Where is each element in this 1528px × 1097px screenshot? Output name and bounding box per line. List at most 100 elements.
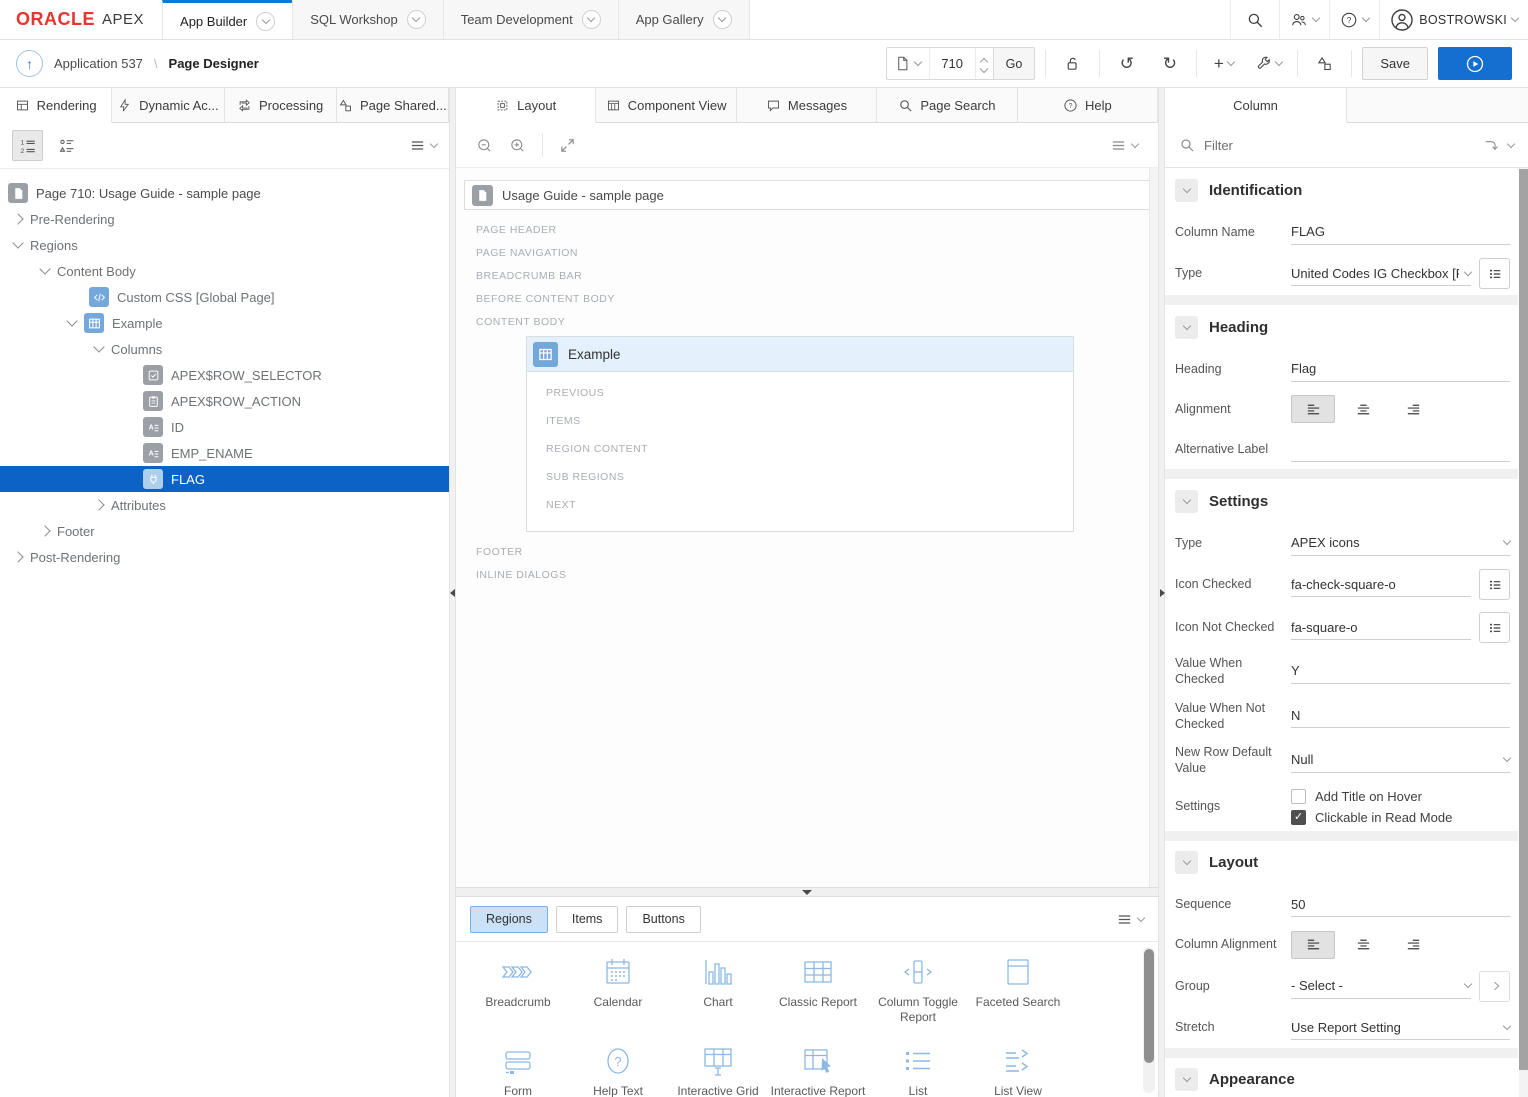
collapse-icon[interactable] (66, 315, 77, 326)
slot-previous[interactable]: PREVIOUS (527, 379, 1073, 407)
property-scrollbar[interactable] (1519, 168, 1528, 1097)
group-select[interactable]: - Select - (1291, 974, 1471, 999)
tree-item-flag-column[interactable]: FLAG (0, 466, 449, 492)
example-region[interactable]: Example PREVIOUS ITEMS REGION CONTENT SU… (526, 336, 1074, 532)
icon-not-checked-input[interactable] (1291, 615, 1471, 640)
gallery-item-classic-report[interactable]: Classic Report (768, 956, 868, 1025)
slot-page-header[interactable]: PAGE HEADER (464, 218, 1150, 241)
gallery-item-faceted-search[interactable]: Faceted Search (968, 956, 1068, 1025)
redo-button[interactable]: ↻ (1153, 47, 1186, 80)
icon-checked-lov-button[interactable] (1479, 569, 1510, 600)
value-when-not-checked-input[interactable] (1291, 703, 1510, 728)
align-center-button[interactable] (1341, 395, 1385, 423)
page-number-input[interactable] (929, 48, 975, 79)
page-picker-button[interactable] (887, 48, 929, 79)
order-by-type-button[interactable] (51, 130, 82, 161)
gallery-scrollbar[interactable] (1143, 947, 1155, 1093)
tree-item-post-rendering[interactable]: Post-Rendering (0, 544, 449, 570)
gallery-item-list[interactable]: List (868, 1045, 968, 1097)
expand-icon[interactable] (559, 137, 576, 154)
heading-input[interactable] (1291, 357, 1510, 382)
tab-page-search[interactable]: Page Search (877, 88, 1017, 122)
chevron-down-icon[interactable] (582, 10, 601, 29)
collapse-left-handle[interactable] (450, 589, 455, 597)
align-left-button[interactable] (1291, 395, 1335, 423)
tree-item-regions[interactable]: Regions (0, 232, 449, 258)
undo-button[interactable]: ↺ (1110, 47, 1143, 80)
tree-item-custom-css[interactable]: Custom CSS [Global Page] (0, 284, 449, 310)
tab-layout[interactable]: Layout (456, 88, 596, 123)
tree-item-footer[interactable]: Footer (0, 518, 449, 544)
tab-help[interactable]: Help (1018, 88, 1158, 122)
checkbox-icon[interactable] (1291, 789, 1306, 804)
left-splitter[interactable] (449, 88, 456, 1097)
expand-icon[interactable] (12, 551, 23, 562)
stretch-select[interactable]: Use Report Setting (1291, 1015, 1510, 1040)
gallery-item-breadcrumb[interactable]: Breadcrumb (468, 956, 568, 1025)
tree-item-row-action[interactable]: APEX$ROW_ACTION (0, 388, 449, 414)
checkbox-add-title-on-hover[interactable]: Add Title on Hover (1291, 789, 1452, 804)
collapse-gallery-handle[interactable] (802, 890, 812, 895)
zoom-out-icon[interactable] (476, 137, 493, 154)
help-menu-button[interactable] (1329, 0, 1379, 39)
chevron-down-icon[interactable] (713, 10, 732, 29)
tree-item-example-region[interactable]: Example (0, 310, 449, 336)
slot-region-content[interactable]: REGION CONTENT (527, 435, 1073, 463)
gallery-item-column-toggle-report[interactable]: Column Toggle Report (868, 956, 968, 1025)
create-menu-button[interactable]: + (1207, 47, 1240, 80)
page-number-stepper[interactable] (975, 48, 993, 79)
column-name-input[interactable] (1291, 220, 1510, 245)
collapse-icon[interactable] (39, 263, 50, 274)
gallery-item-form[interactable]: Form (468, 1045, 568, 1097)
tab-team-development[interactable]: Team Development (443, 0, 618, 39)
align-right-button[interactable] (1391, 395, 1435, 423)
search-button[interactable] (1230, 0, 1279, 39)
checkbox-clickable-in-read-mode[interactable]: Clickable in Read Mode (1291, 810, 1452, 825)
icon-not-checked-lov-button[interactable] (1479, 612, 1510, 643)
utilities-menu-button[interactable] (1250, 47, 1287, 80)
type-select[interactable]: United Codes IG Checkbox [Pl (1291, 261, 1471, 286)
collapse-section-button[interactable] (1175, 316, 1198, 339)
expand-icon[interactable] (93, 499, 104, 510)
lock-button[interactable] (1056, 47, 1089, 80)
collapse-section-button[interactable] (1175, 490, 1198, 513)
icon-checked-input[interactable] (1291, 572, 1471, 597)
gallery-item-list-view[interactable]: List View (968, 1045, 1068, 1097)
gallery-tab-regions[interactable]: Regions (470, 906, 548, 933)
collapse-icon[interactable] (12, 237, 23, 248)
slot-content-body[interactable]: CONTENT BODY (464, 310, 1150, 333)
right-splitter[interactable] (1158, 88, 1165, 1097)
settings-type-select[interactable]: APEX icons (1291, 531, 1510, 556)
tab-rendering[interactable]: Rendering (0, 88, 112, 123)
layout-menu-button[interactable] (1110, 137, 1138, 154)
tree-item-attributes[interactable]: Attributes (0, 492, 449, 518)
expand-icon[interactable] (39, 525, 50, 536)
tree-item-content-body[interactable]: Content Body (0, 258, 449, 284)
user-menu-button[interactable]: BOSTROWSKI (1379, 0, 1528, 39)
expand-icon[interactable] (12, 213, 23, 224)
tab-page-shared-components[interactable]: Page Shared... (337, 88, 449, 122)
gallery-item-interactive-grid[interactable]: Interactive Grid (668, 1045, 768, 1097)
tab-messages[interactable]: Messages (737, 88, 877, 122)
up-arrow-icon[interactable]: ↑ (16, 50, 43, 77)
tree-item-columns[interactable]: Columns (0, 336, 449, 362)
type-lov-button[interactable] (1479, 258, 1510, 289)
slot-before-content-body[interactable]: BEFORE CONTENT BODY (464, 287, 1150, 310)
collapse-icon[interactable] (93, 341, 104, 352)
collapse-section-button[interactable] (1175, 179, 1198, 202)
tab-app-builder[interactable]: App Builder (162, 0, 292, 39)
save-button[interactable]: Save (1362, 47, 1428, 80)
slot-next[interactable]: NEXT (527, 491, 1073, 519)
gallery-menu-button[interactable] (1116, 911, 1144, 928)
application-link[interactable]: Application 537 (54, 56, 143, 71)
tab-column[interactable]: Column (1165, 88, 1347, 123)
canvas-scrollbar[interactable] (1149, 168, 1158, 887)
gallery-item-calendar[interactable]: Calendar (568, 956, 668, 1025)
tree-item-emp-ename-column[interactable]: EMP_ENAME (0, 440, 449, 466)
filter-input[interactable] (1204, 138, 1474, 153)
tab-component-view[interactable]: Component View (596, 88, 736, 122)
alternative-label-input[interactable] (1291, 437, 1510, 462)
slot-breadcrumb-bar[interactable]: BREADCRUMB BAR (464, 264, 1150, 287)
property-scrollbar-thumb[interactable] (1519, 169, 1528, 1070)
chevron-down-icon[interactable] (1507, 139, 1515, 147)
